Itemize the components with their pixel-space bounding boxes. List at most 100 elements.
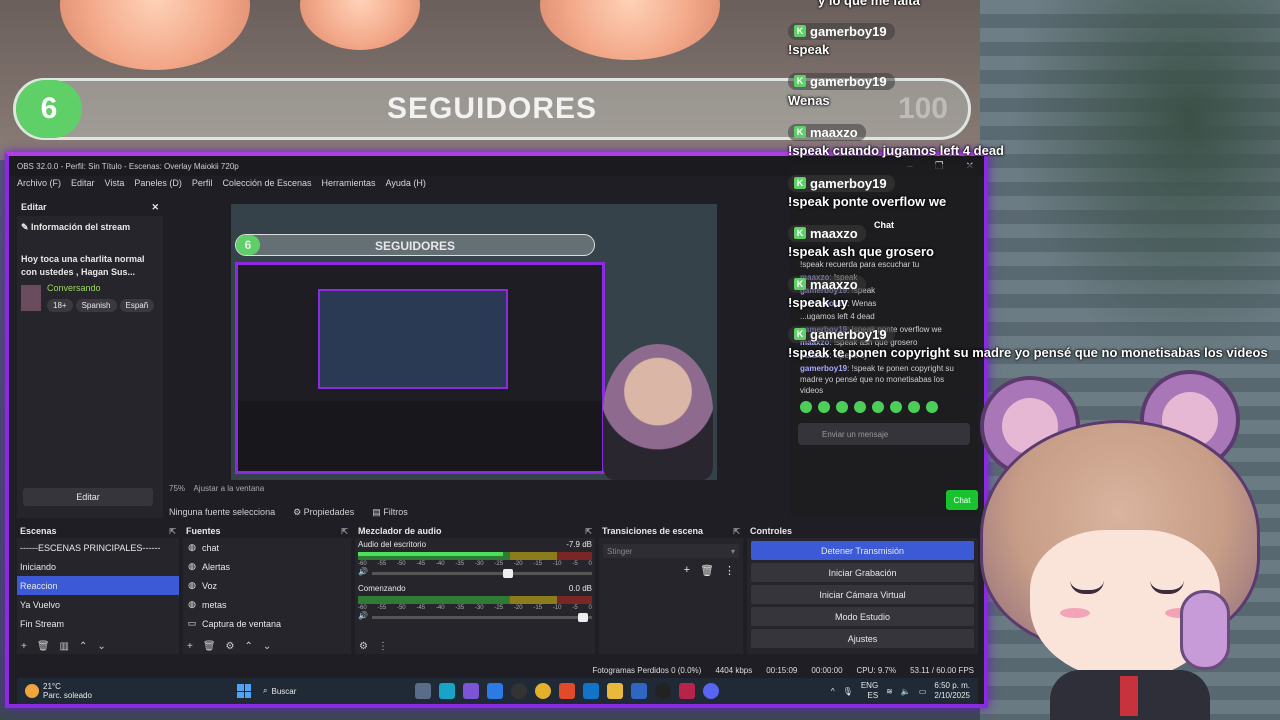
- overlay-chat-text: !speak: [788, 42, 830, 57]
- gear-icon[interactable]: ⚙: [226, 641, 235, 652]
- brave-icon[interactable]: [559, 683, 575, 699]
- stop-streaming-button[interactable]: Detener Transmisión: [751, 541, 974, 560]
- app-icon[interactable]: [487, 683, 503, 699]
- tick: -50: [396, 561, 406, 567]
- scenes-dock: Escenas ⇱ ------ESCENAS PRINCIPALES------…: [17, 524, 179, 654]
- emote-icon[interactable]: [854, 401, 866, 413]
- filters-label: Filtros: [383, 506, 408, 517]
- close-dock-icon[interactable]: ✕: [151, 202, 163, 213]
- trash-icon[interactable]: 🗑: [37, 641, 50, 652]
- more-icon[interactable]: ⋮: [378, 641, 388, 652]
- menu-edit[interactable]: Editar: [71, 178, 95, 188]
- start-recording-button[interactable]: Iniciar Grabación: [751, 563, 974, 582]
- fader-knob[interactable]: [503, 569, 514, 578]
- volume-icon[interactable]: 🔈: [901, 687, 911, 696]
- menu-profile[interactable]: Perfil: [192, 178, 213, 188]
- menu-tools[interactable]: Herramientas: [322, 178, 376, 188]
- chevron-up-icon[interactable]: ⌃: [79, 641, 87, 652]
- start-virtual-camera-button[interactable]: Iniciar Cámara Virtual: [751, 585, 974, 604]
- menu-docks[interactable]: Paneles (D): [134, 178, 182, 188]
- source-item[interactable]: ◍chat◉🔒: [183, 538, 351, 557]
- folder-icon[interactable]: [607, 683, 623, 699]
- chat-input[interactable]: Enviar un mensaje: [798, 423, 970, 445]
- scene-item[interactable]: Ya Vuelvo: [17, 595, 179, 614]
- discord-icon[interactable]: [703, 683, 719, 699]
- obs-icon[interactable]: [511, 683, 527, 699]
- emote-icon[interactable]: [800, 401, 812, 413]
- scene-item[interactable]: Fin Stream: [17, 614, 179, 633]
- edit-dock-title: Editar: [21, 202, 47, 212]
- dock-menu-icon[interactable]: ⇱: [585, 527, 595, 536]
- filters-button[interactable]: ▤ Filtros: [372, 507, 408, 518]
- volume-fader[interactable]: [371, 569, 592, 578]
- more-icon[interactable]: ⋮: [724, 564, 735, 577]
- app-icon[interactable]: [631, 683, 647, 699]
- username: gamerboy19: [810, 175, 887, 191]
- scene-item[interactable]: Iniciando: [17, 557, 179, 576]
- obs-preview[interactable]: 6 SEGUIDORES: [231, 204, 717, 480]
- volume-fader[interactable]: [371, 613, 592, 622]
- emote-icon[interactable]: [836, 401, 848, 413]
- edge-icon[interactable]: [439, 683, 455, 699]
- obs-icon[interactable]: [655, 683, 671, 699]
- zoom-level[interactable]: 75%: [169, 484, 185, 493]
- edit-stream-button[interactable]: Editar: [23, 488, 153, 506]
- mic-icon[interactable]: 🎙: [843, 687, 853, 696]
- add-icon[interactable]: +: [21, 641, 27, 652]
- task-view-icon[interactable]: [415, 683, 431, 699]
- chrome-icon[interactable]: [535, 683, 551, 699]
- emote-icon[interactable]: [890, 401, 902, 413]
- lang[interactable]: ENG: [861, 681, 878, 691]
- wifi-icon[interactable]: ≋: [886, 687, 893, 696]
- speaker-icon[interactable]: 🔊: [358, 611, 368, 620]
- source-item[interactable]: ◍metas◉🔒: [183, 595, 351, 614]
- transitions-title: Transiciones de escena: [602, 526, 704, 536]
- add-icon[interactable]: +: [187, 641, 193, 652]
- overlay-chat-text: !speak cuando jugamos left 4 dead: [788, 143, 1004, 158]
- menu-file[interactable]: Archivo (F): [17, 178, 61, 188]
- scene-item-selected[interactable]: Reaccion: [17, 576, 179, 595]
- scene-item[interactable]: ------ESCENAS PRINCIPALES------: [17, 538, 179, 557]
- windows-start-icon[interactable]: [237, 684, 251, 698]
- outlook-icon[interactable]: [583, 683, 599, 699]
- speaker-icon[interactable]: 🔊: [358, 567, 368, 576]
- trash-icon[interactable]: 🗑: [700, 564, 714, 577]
- chevron-up-icon[interactable]: ^: [831, 687, 835, 696]
- chevron-up-icon[interactable]: ⌃: [245, 641, 253, 652]
- channel-db: -7.9 dB: [566, 540, 592, 549]
- gear-icon[interactable]: ⚙: [359, 641, 368, 652]
- fit-to-window[interactable]: Ajustar a la ventana: [193, 484, 264, 493]
- source-item[interactable]: ◍Voz◉🔒: [183, 576, 351, 595]
- source-label: Voz: [202, 580, 218, 591]
- app-icon[interactable]: [679, 683, 695, 699]
- menu-scene-collection[interactable]: Colección de Escenas: [222, 178, 311, 188]
- scenes-title: Escenas: [20, 526, 57, 536]
- trash-icon[interactable]: 🗑: [203, 641, 216, 652]
- source-item[interactable]: ▭Captura de ventana◉🔒: [183, 614, 351, 633]
- emote-icon[interactable]: [818, 401, 830, 413]
- properties-button[interactable]: ⚙ Propiedades: [293, 507, 354, 518]
- filter-icon[interactable]: ▥: [60, 641, 69, 652]
- add-icon[interactable]: +: [684, 564, 690, 577]
- fader-knob[interactable]: [578, 613, 589, 622]
- emote-icon[interactable]: [926, 401, 938, 413]
- stream-category[interactable]: Conversando: [47, 283, 154, 293]
- battery-icon[interactable]: ▭: [919, 687, 927, 696]
- dock-menu-icon[interactable]: ⇱: [733, 527, 743, 536]
- dock-menu-icon[interactable]: ⇱: [169, 527, 179, 536]
- menu-help[interactable]: Ayuda (H): [386, 178, 426, 188]
- emote-icon[interactable]: [872, 401, 884, 413]
- sources-dock: Fuentes⇱ ◍chat◉🔒 ◍Alertas◉🔒 ◍Voz◉🔒 ◍meta…: [183, 524, 351, 654]
- dock-menu-icon[interactable]: ⇱: [341, 527, 351, 536]
- app-icon[interactable]: [463, 683, 479, 699]
- chevron-down-icon[interactable]: ⌄: [263, 641, 271, 652]
- menu-view[interactable]: Vista: [105, 178, 125, 188]
- settings-button[interactable]: Ajustes: [751, 629, 974, 648]
- emote-icon[interactable]: [908, 401, 920, 413]
- chevron-down-icon[interactable]: ⌄: [97, 641, 105, 652]
- source-item[interactable]: ◍Alertas◉🔒: [183, 557, 351, 576]
- transition-select[interactable]: Stinger ▾: [603, 544, 739, 558]
- studio-mode-button[interactable]: Modo Estudio: [751, 607, 974, 626]
- weather-widget[interactable]: 21°C Parc. soleado: [17, 682, 237, 700]
- taskbar-search[interactable]: ⌕ Buscar: [263, 686, 403, 696]
